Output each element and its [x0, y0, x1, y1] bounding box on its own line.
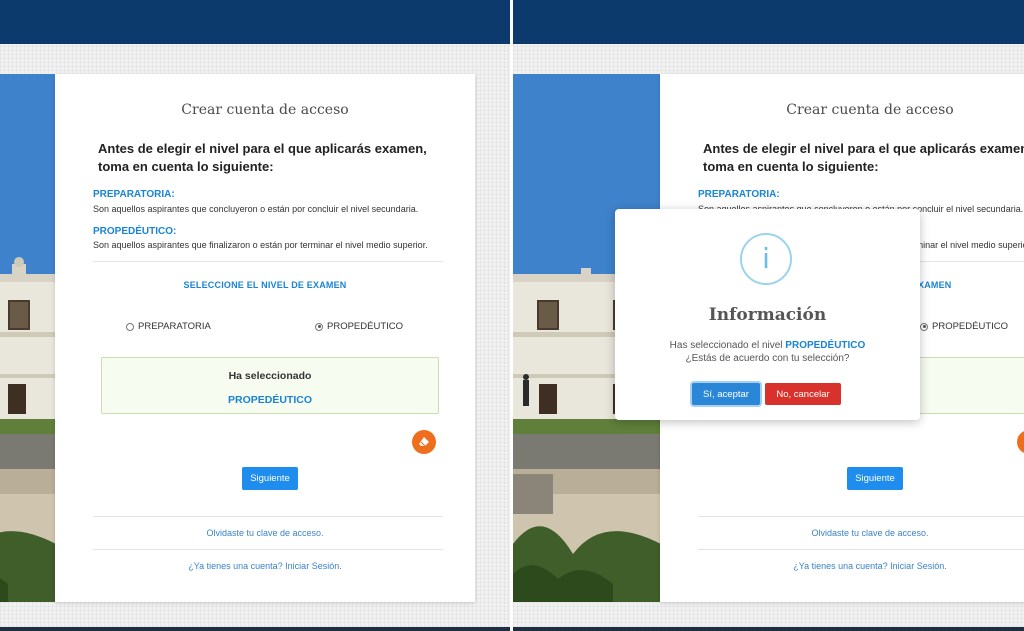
selection-summary: Ha seleccionado PROPEDÉUTICO: [101, 357, 439, 414]
prep-definition-text: Son aquellos aspirantes que concluyeron …: [93, 204, 419, 214]
signup-card: Crear cuenta de acceso Antes de elegir e…: [55, 74, 475, 602]
intro-text: Antes de elegir el nivel para el que apl…: [703, 141, 1024, 174]
radio-propedeutico[interactable]: PROPEDÉUTICO: [920, 321, 1008, 332]
radio-preparatoria[interactable]: PREPARATORIA: [126, 321, 211, 332]
modal-title: Información: [708, 305, 827, 325]
eraser-icon: [419, 437, 429, 447]
bottom-bar: [0, 627, 510, 631]
select-level-label: SELECCIONE EL NIVEL DE EXAMEN: [183, 280, 347, 290]
bottom-bar: [513, 627, 1024, 631]
login-link[interactable]: ¿Ya tienes una cuenta? Iniciar Sesión.: [660, 561, 1024, 571]
next-button[interactable]: Siguiente: [242, 467, 298, 490]
radio-label: PROPEDÉUTICO: [932, 321, 1009, 332]
info-icon: i: [740, 233, 792, 285]
divider: [93, 549, 443, 550]
header-bar: [0, 0, 510, 44]
modal-level: PROPEDÉUTICO: [785, 340, 866, 351]
divider: [698, 549, 1024, 550]
divider: [93, 516, 443, 517]
forgot-password-link[interactable]: Olvidaste tu clave de acceso.: [55, 528, 475, 538]
radio-propedeutico[interactable]: PROPEDÉUTICO: [315, 321, 403, 332]
next-button[interactable]: Siguiente: [847, 467, 903, 490]
accept-button[interactable]: Sí, aceptar: [692, 383, 760, 405]
info-modal: i Información Has seleccionado el nivel …: [615, 209, 920, 420]
form-title: Crear cuenta de acceso: [181, 102, 349, 118]
radio-button-checked[interactable]: [920, 322, 928, 331]
login-link[interactable]: ¿Ya tienes una cuenta? Iniciar Sesión.: [55, 561, 475, 571]
radio-label: PROPEDÉUTICO: [327, 321, 404, 332]
building-photo: [0, 74, 56, 602]
modal-question: ¿Estás de acuerdo con tu selección?: [685, 353, 850, 364]
cancel-button[interactable]: No, cancelar: [765, 383, 841, 405]
intro-text: Antes de elegir el nivel para el que apl…: [98, 141, 427, 174]
radio-button-checked[interactable]: [315, 322, 323, 331]
modal-message-prefix: Has seleccionado el nivel: [669, 340, 783, 351]
selection-value: PROPEDÉUTICO: [227, 394, 312, 406]
prep-definition-title: PREPARATORIA:: [93, 189, 175, 200]
divider: [698, 516, 1024, 517]
upload-fab-button[interactable]: [1017, 430, 1024, 454]
radio-label: PREPARATORIA: [138, 321, 211, 332]
prop-definition-title: PROPEDÉUTICO:: [93, 226, 177, 237]
radio-button[interactable]: [126, 322, 134, 331]
form-title: Crear cuenta de acceso: [786, 102, 954, 118]
prep-definition-title: PREPARATORIA:: [698, 189, 780, 200]
modal-message: Has seleccionado el nivel PROPEDÉUTICO ¿…: [615, 339, 920, 365]
left-screenshot: Crear cuenta de acceso Antes de elegir e…: [0, 0, 510, 631]
prop-definition-text: Son aquellos aspirantes que finalizaron …: [93, 240, 428, 250]
forgot-password-link[interactable]: Olvidaste tu clave de acceso.: [660, 528, 1024, 538]
selection-label: Ha seleccionado: [228, 370, 312, 382]
divider: [93, 261, 443, 262]
upload-fab-button[interactable]: [412, 430, 436, 454]
right-screenshot: Crear cuenta de acceso Antes de elegir e…: [513, 0, 1024, 631]
header-bar: [513, 0, 1024, 44]
